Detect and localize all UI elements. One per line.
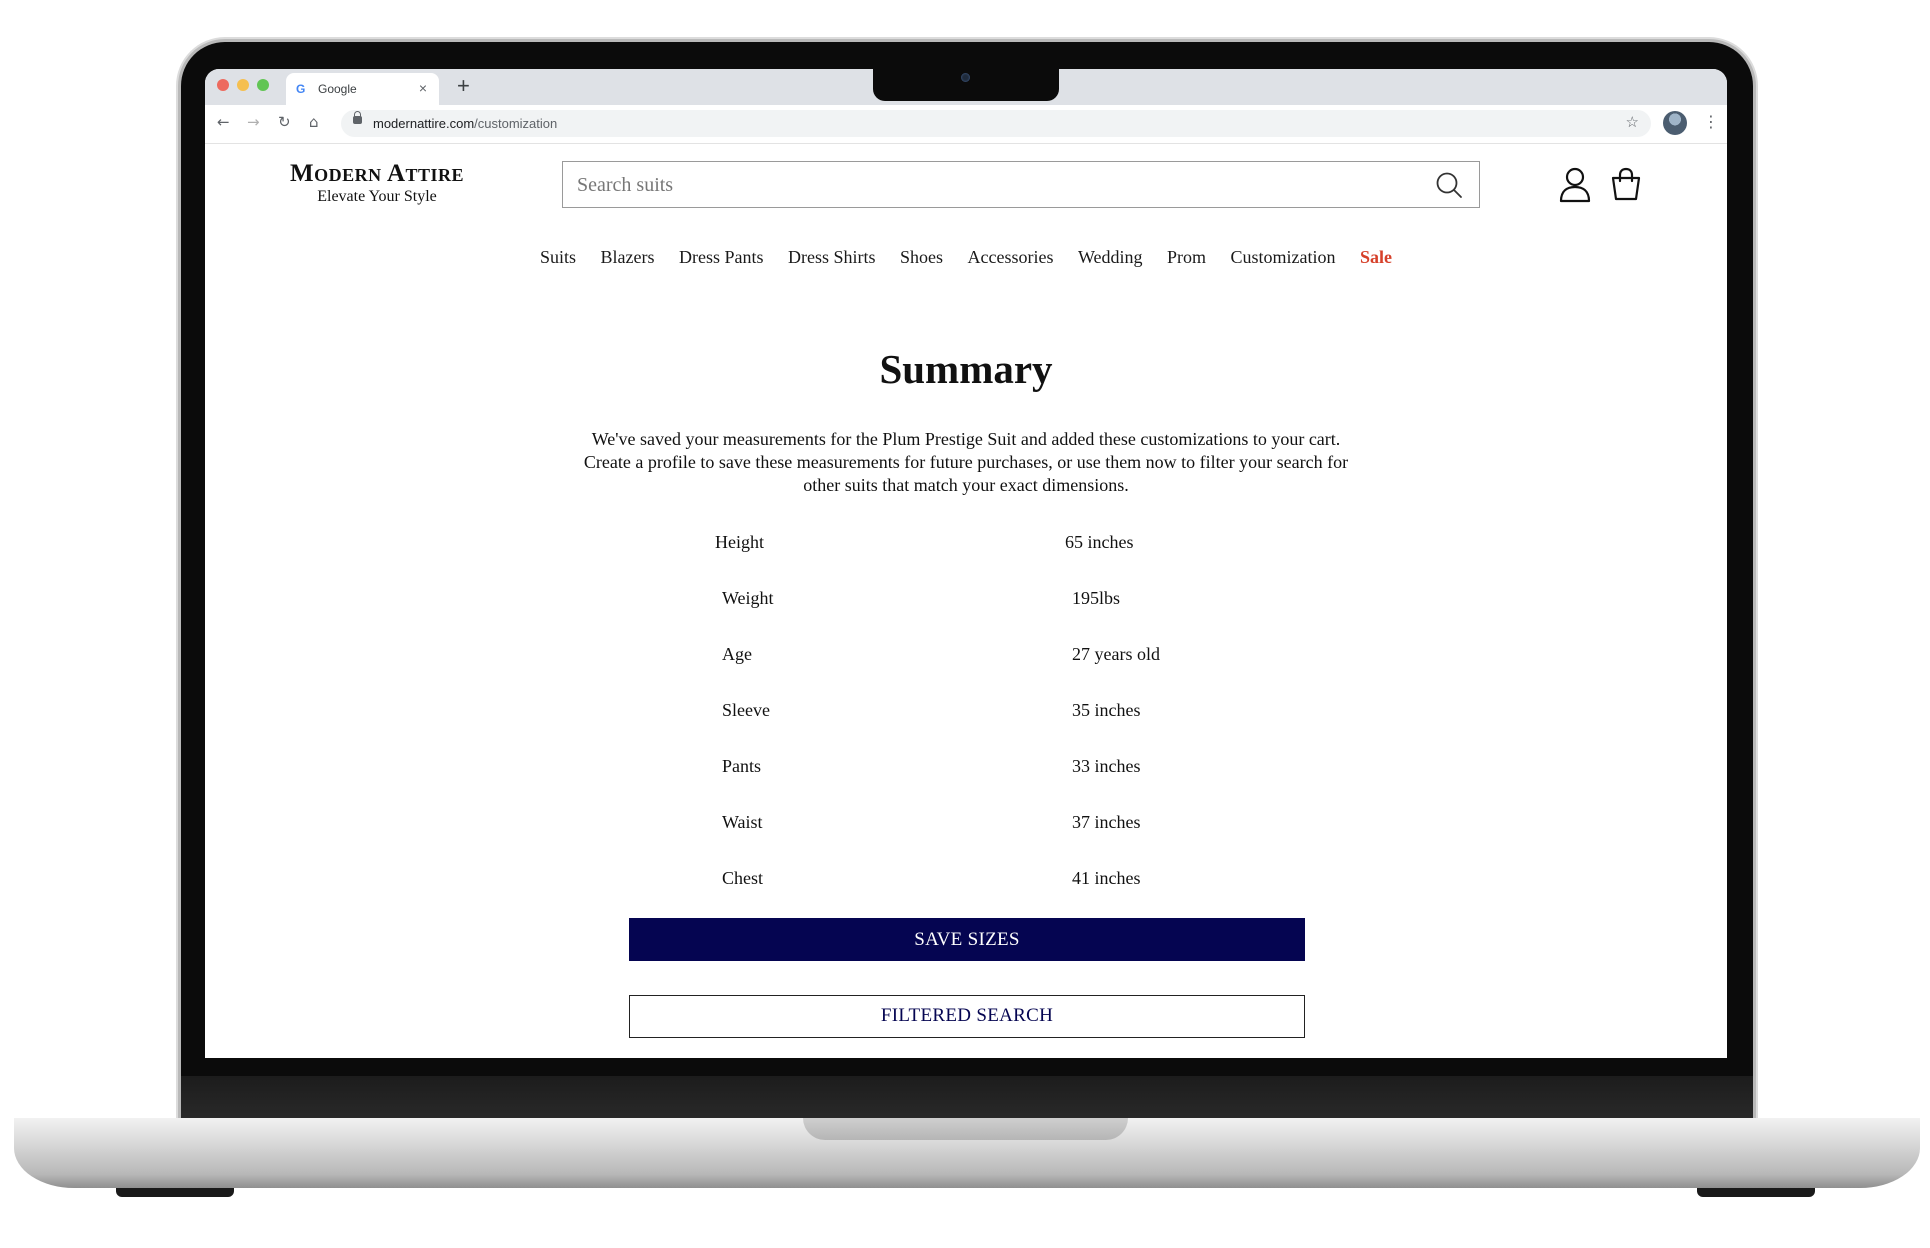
back-arrow-icon[interactable]: ← [217, 113, 230, 131]
tab-close-icon[interactable]: × [419, 80, 427, 96]
address-bar[interactable]: modernattire.com/customization ☆ [341, 110, 1651, 137]
search-bar [562, 161, 1480, 208]
measurement-value: 37 inches [1072, 812, 1141, 832]
laptop-chin [181, 1076, 1753, 1122]
main-navigation: Suits Blazers Dress Pants Dress Shirts S… [205, 247, 1727, 268]
shopping-bag-icon[interactable] [1610, 167, 1642, 201]
measurement-value: 65 inches [1065, 532, 1134, 552]
nav-item-wedding[interactable]: Wedding [1078, 247, 1143, 268]
nav-item-suits[interactable]: Suits [540, 247, 576, 268]
measurement-label: Chest [722, 868, 764, 888]
measurement-row: Weight 195lbs [205, 588, 1727, 612]
save-sizes-button[interactable]: SAVE SIZES [629, 918, 1305, 961]
measurement-label: Sleeve [722, 700, 770, 720]
address-url: modernattire.com/customization [373, 116, 558, 131]
nav-item-sale[interactable]: Sale [1360, 247, 1392, 268]
nav-item-prom[interactable]: Prom [1167, 247, 1206, 268]
site-logo[interactable]: Modern Attire Elevate Your Style [277, 161, 477, 207]
measurement-row: Waist 37 inches [205, 812, 1727, 836]
browser-tab[interactable]: G Google × [286, 73, 439, 105]
browser-menu-icon[interactable]: ⋮ [1703, 112, 1719, 131]
laptop-foot-right [1697, 1188, 1815, 1197]
measurement-row: Height 65 inches [205, 532, 1727, 556]
laptop-screen: G Google × + ← → ↻ ⌂ modernattire.com/cu… [205, 69, 1727, 1058]
nav-item-customization[interactable]: Customization [1231, 247, 1336, 268]
nav-item-dress-pants[interactable]: Dress Pants [679, 247, 764, 268]
page-title: Summary [879, 346, 1053, 392]
brand-tagline: Elevate Your Style [317, 188, 437, 205]
window-close-dot[interactable] [217, 79, 229, 91]
measurement-label: Waist [722, 812, 763, 832]
tab-title: Google [318, 82, 357, 96]
measurement-value: 27 years old [1072, 644, 1160, 664]
nav-item-dress-shirts[interactable]: Dress Shirts [788, 247, 876, 268]
nav-item-shoes[interactable]: Shoes [900, 247, 943, 268]
new-tab-icon[interactable]: + [457, 73, 470, 99]
laptop-foot-left [116, 1188, 234, 1197]
search-icon[interactable] [1435, 171, 1463, 199]
measurement-label: Age [722, 644, 752, 664]
measurement-value: 41 inches [1072, 868, 1141, 888]
filtered-search-button[interactable]: FILTERED SEARCH [629, 995, 1305, 1038]
measurement-value: 35 inches [1072, 700, 1141, 720]
browser-toolbar: ← → ↻ ⌂ modernattire.com/customization ☆… [205, 105, 1727, 144]
window-zoom-dot[interactable] [257, 79, 269, 91]
measurement-value: 33 inches [1072, 756, 1141, 776]
brand-name: Modern Attire [289, 160, 465, 187]
lock-icon [353, 111, 362, 124]
account-icon[interactable] [1559, 167, 1591, 203]
window-minimize-dot[interactable] [237, 79, 249, 91]
measurement-row: Sleeve 35 inches [205, 700, 1727, 724]
bookmark-star-icon[interactable]: ☆ [1626, 113, 1639, 131]
summary-description: We've saved your measurements for the Pl… [583, 429, 1349, 495]
search-input[interactable] [575, 170, 1399, 200]
measurement-row: Age 27 years old [205, 644, 1727, 668]
camera-notch [873, 69, 1059, 101]
laptop-opening-groove [803, 1118, 1128, 1140]
measurement-label: Weight [722, 588, 774, 608]
forward-arrow-icon[interactable]: → [247, 113, 260, 131]
reload-icon[interactable]: ↻ [278, 113, 291, 131]
measurement-label: Pants [722, 756, 762, 776]
profile-avatar[interactable] [1663, 111, 1687, 135]
measurement-row: Pants 33 inches [205, 756, 1727, 780]
camera-icon [961, 73, 970, 82]
measurement-row: Chest 41 inches [205, 868, 1727, 892]
nav-item-blazers[interactable]: Blazers [600, 247, 654, 268]
google-favicon-icon: G [296, 82, 306, 96]
measurement-label: Height [715, 532, 764, 552]
measurement-value: 195lbs [1072, 588, 1121, 608]
nav-item-accessories[interactable]: Accessories [968, 247, 1054, 268]
home-icon[interactable]: ⌂ [309, 113, 319, 131]
